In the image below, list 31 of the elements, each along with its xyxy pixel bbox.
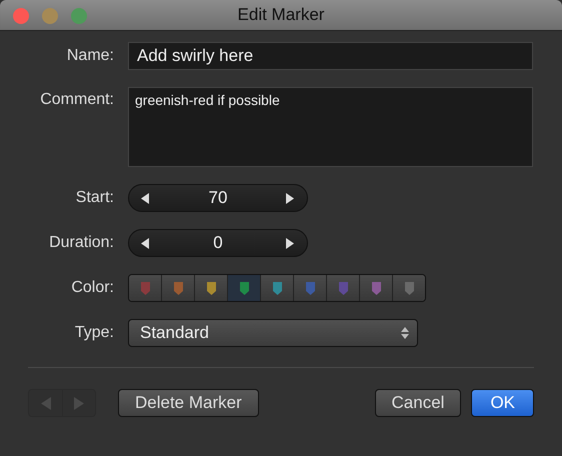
color-swatch[interactable] [195, 275, 228, 301]
comment-label: Comment: [39, 90, 115, 109]
color-swatch[interactable] [327, 275, 360, 301]
left-triangle-icon [40, 396, 50, 410]
decrement-icon[interactable] [141, 238, 150, 248]
color-swatch[interactable] [360, 275, 393, 301]
increment-icon[interactable] [286, 192, 295, 204]
start-value[interactable]: 70 [208, 188, 228, 208]
comment-field[interactable]: greenish-red if possible [128, 87, 533, 167]
type-label: Type: [74, 324, 115, 342]
color-swatch[interactable] [129, 275, 162, 301]
color-swatch[interactable] [162, 275, 195, 301]
name-field[interactable]: Add swirly here [128, 42, 533, 70]
right-triangle-icon [74, 396, 84, 410]
color-swatch[interactable] [228, 275, 261, 301]
name-label: Name: [66, 47, 115, 65]
color-swatch[interactable] [261, 275, 294, 301]
updown-icon [401, 327, 409, 339]
duration-value[interactable]: 0 [213, 233, 223, 253]
window-title: Edit Marker [238, 5, 324, 25]
color-swatch[interactable] [393, 275, 425, 301]
type-dropdown[interactable]: Standard [128, 319, 418, 347]
color-label: Color: [70, 279, 115, 297]
decrement-icon[interactable] [141, 192, 150, 204]
color-swatch[interactable] [294, 275, 327, 301]
duration-label: Duration: [48, 234, 115, 252]
ok-button[interactable]: OK [471, 389, 534, 417]
cancel-button[interactable]: Cancel [374, 389, 462, 417]
increment-icon[interactable] [286, 238, 295, 248]
delete-marker-button[interactable]: Delete Marker [118, 389, 259, 417]
start-label: Start: [74, 189, 115, 207]
